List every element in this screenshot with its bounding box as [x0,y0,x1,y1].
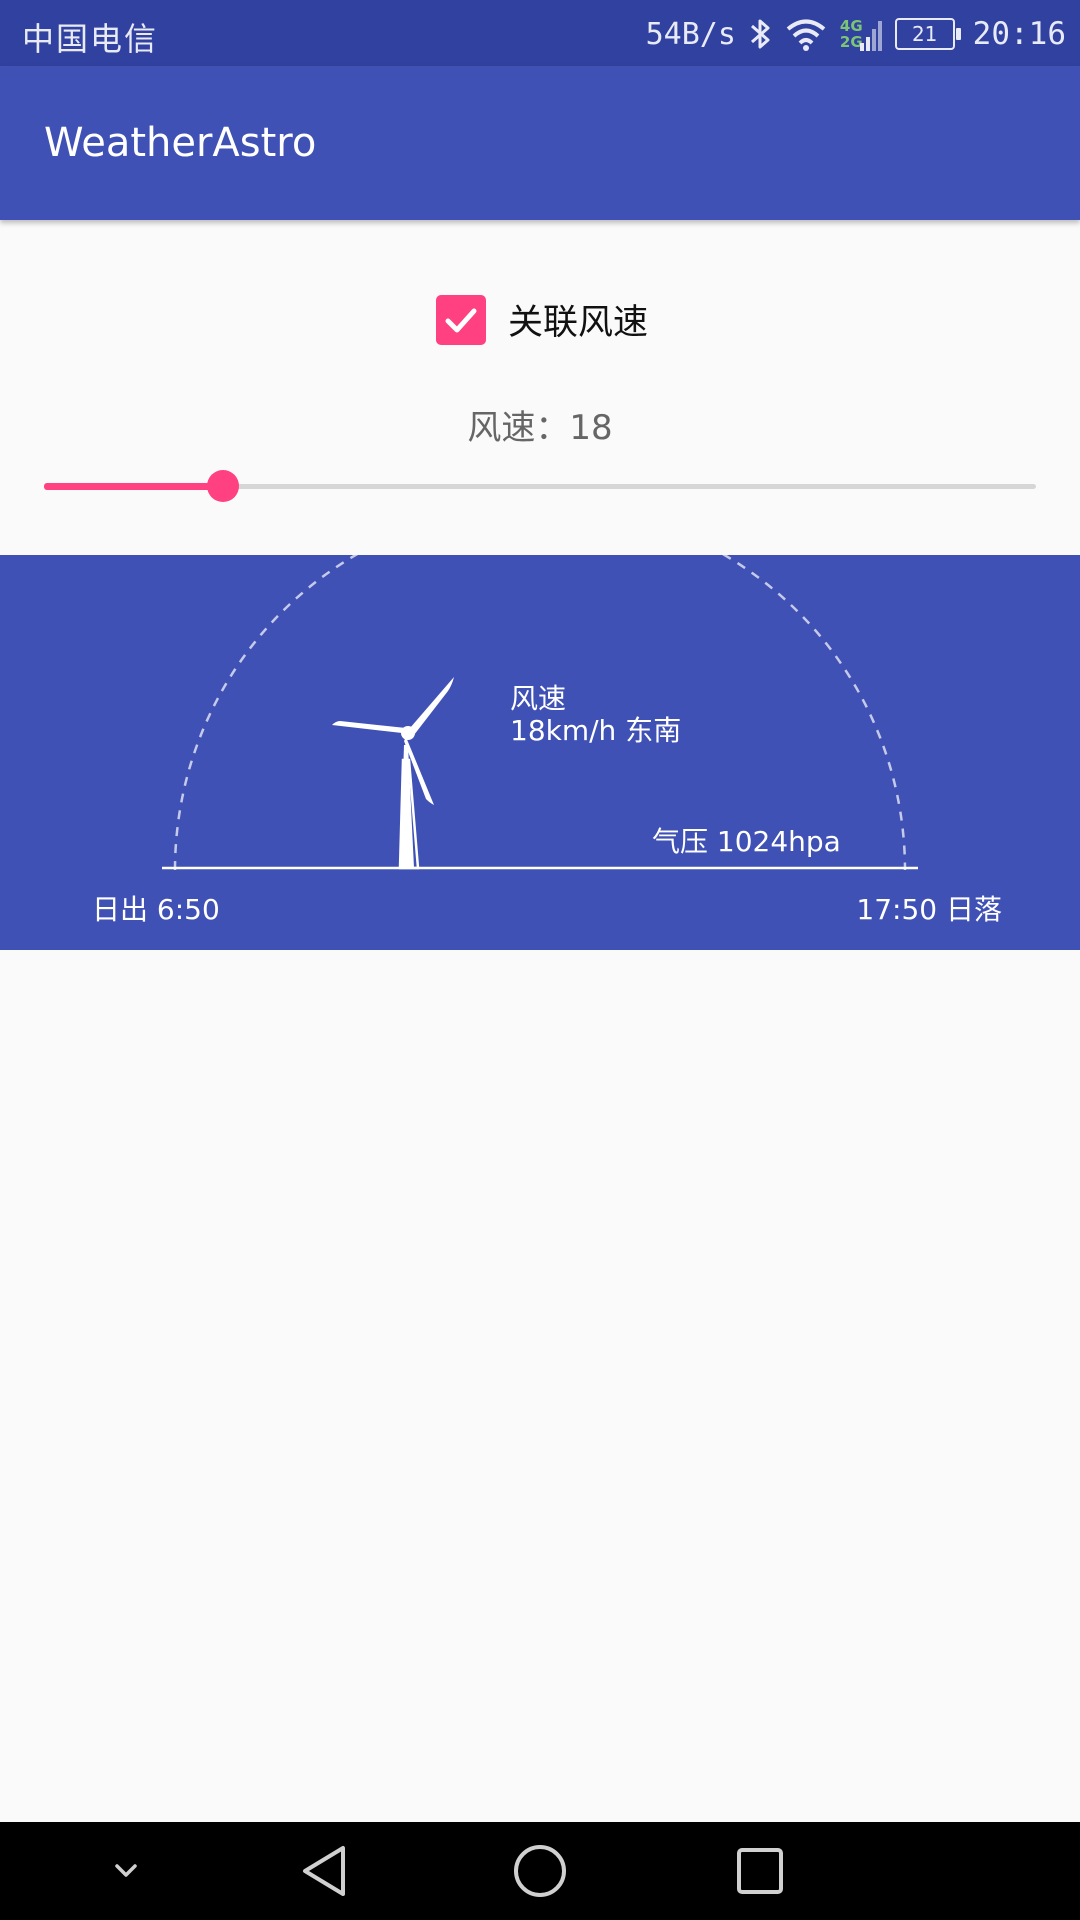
battery-level: 21 [911,22,938,46]
status-right: 54B/s 4G 2G 21 20:16 [646,12,1066,56]
wind-speed-label: 风速：18 [467,408,613,448]
bluetooth-icon [748,16,772,52]
navigation-bar [0,1822,1080,1920]
collapse-icon[interactable] [96,1822,156,1920]
sunset-time: 17:50 日落 [856,893,1002,926]
carrier-name: 中国电信 [22,20,159,58]
slider-fill [44,483,223,490]
status-bar: 中国电信 54B/s 4G 2G 21 20:16 [0,0,1080,66]
check-icon [445,308,477,332]
link-wind-checkbox[interactable] [436,294,486,345]
slider-thumb[interactable] [207,470,239,502]
wind-value: 18km/h 东南 [510,714,682,747]
wifi-icon [784,16,828,52]
link-wind-label: 关联风速 [508,303,649,343]
windmill-icon [332,677,454,870]
app-bar: WeatherAstro [0,66,1080,220]
recents-icon[interactable] [725,1822,795,1920]
home-icon[interactable] [505,1822,575,1920]
battery-icon: 21 [894,18,961,50]
pressure: 气压 1024hpa [652,825,841,858]
sunrise-time: 日出 6:50 [92,893,220,926]
clock: 20:16 [972,16,1066,52]
signal-icon: 4G 2G [840,15,883,53]
link-wind-checkbox-row[interactable]: 关联风速 [436,294,648,345]
wind-speed-slider[interactable] [44,470,1036,502]
back-icon[interactable] [290,1822,360,1920]
weather-panel: 风速 18km/h 东南 气压 1024hpa 日出 6:50 17:50 日落 [0,555,1080,950]
network-speed: 54B/s [645,16,736,52]
app-title: WeatherAstro [44,120,317,166]
